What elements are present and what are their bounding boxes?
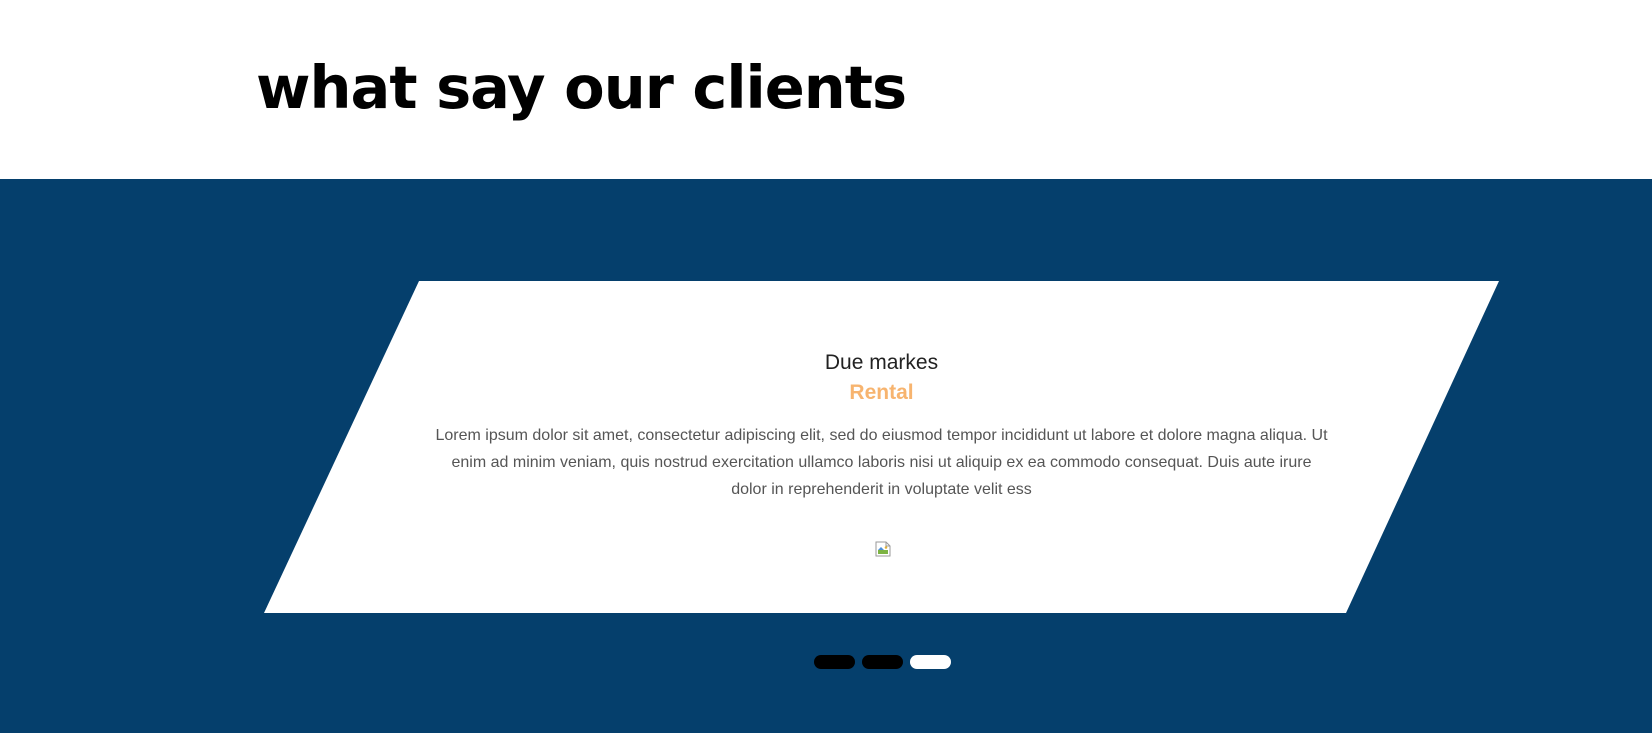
client-quote: Lorem ipsum dolor sit amet, consectetur …: [435, 427, 1328, 498]
section-title: what say our clients: [256, 53, 907, 122]
carousel-dots: [814, 655, 951, 669]
testimonial-content: Due markes Rental Lorem ipsum dolor sit …: [434, 349, 1329, 503]
page: what say our clients Due markes Rental L…: [0, 0, 1652, 733]
carousel-dot-3[interactable]: [910, 655, 951, 669]
client-role: Rental: [849, 381, 914, 404]
testimonial-card: Due markes Rental Lorem ipsum dolor sit …: [264, 281, 1499, 613]
heading-area: what say our clients: [0, 0, 1652, 179]
carousel-dot-2[interactable]: [862, 655, 903, 669]
broken-image-icon: [875, 541, 891, 557]
carousel-dot-1[interactable]: [814, 655, 855, 669]
client-name: Due markes: [824, 351, 939, 374]
